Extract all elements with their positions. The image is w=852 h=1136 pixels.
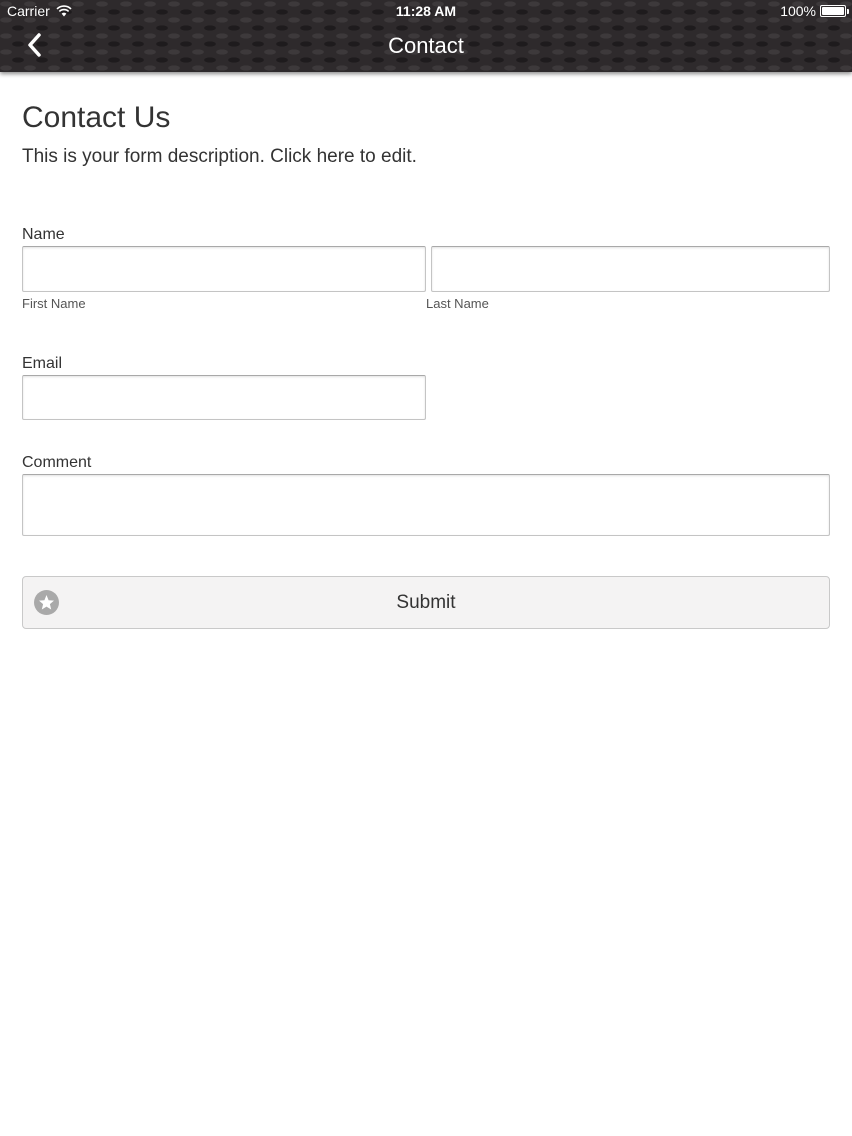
- last-name-sublabel: Last Name: [426, 296, 489, 311]
- top-bar: Carrier 11:28 AM 100% Contact: [0, 0, 852, 72]
- navigation-bar: Contact: [0, 22, 852, 70]
- comment-label: Comment: [22, 454, 92, 471]
- form-header: Contact Us This is your form description…: [22, 100, 830, 168]
- battery-indicator: 100%: [780, 3, 849, 19]
- nav-title: Contact: [388, 33, 464, 58]
- email-input[interactable]: [22, 375, 426, 420]
- status-time: 11:28 AM: [395, 3, 457, 19]
- last-name-input[interactable]: [431, 246, 830, 292]
- submit-button[interactable]: Submit: [22, 576, 830, 629]
- name-label: Name: [22, 226, 65, 243]
- page-title: Contact Us: [22, 101, 171, 134]
- battery-percent: 100%: [780, 3, 816, 19]
- status-bar: Carrier 11:28 AM 100%: [0, 0, 852, 22]
- comment-textarea[interactable]: [22, 474, 830, 536]
- form-description[interactable]: This is your form description. Click her…: [22, 146, 830, 168]
- first-name-sublabel: First Name: [22, 296, 86, 311]
- first-name-input[interactable]: [22, 246, 426, 292]
- battery-icon: [820, 5, 849, 17]
- email-label: Email: [22, 355, 63, 372]
- submit-label: Submit: [396, 592, 456, 613]
